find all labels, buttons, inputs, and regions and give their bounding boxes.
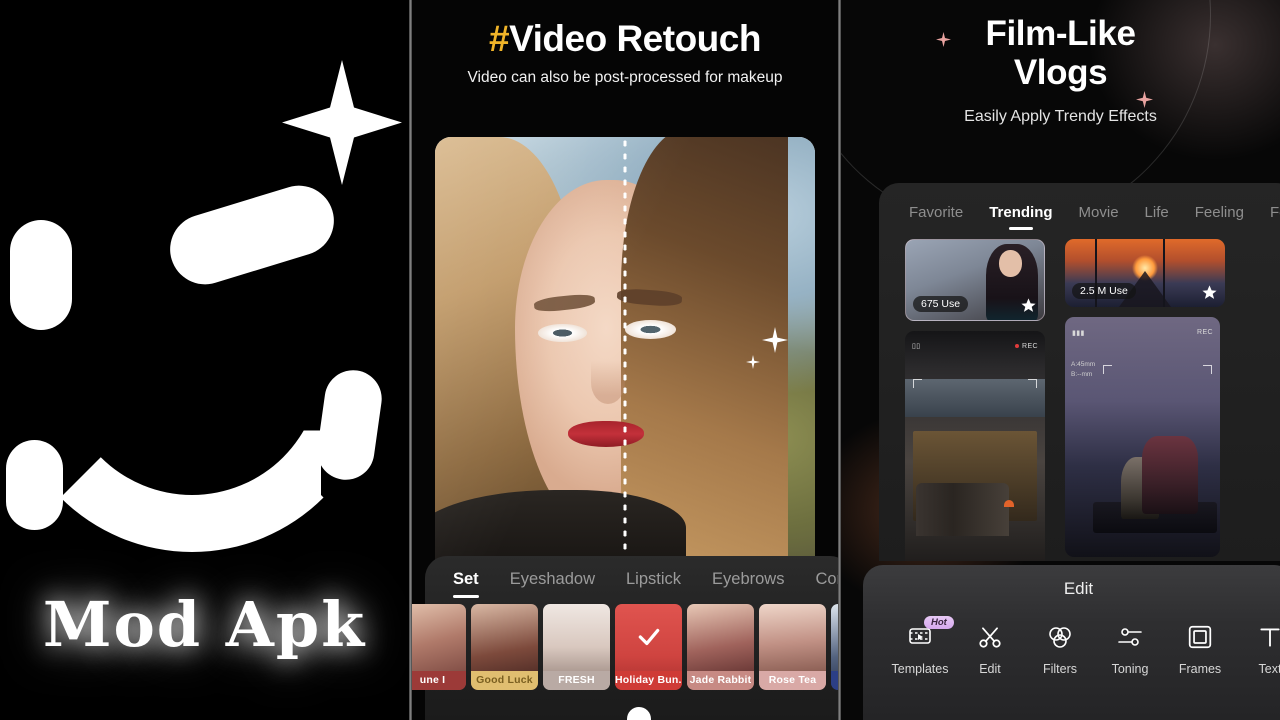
retouch-tab-bar: Set Eyeshadow Lipstick Eyebrows Contour	[425, 556, 838, 598]
templates-sheet: Favorite Trending Movie Life Feeling Fo …	[879, 183, 1280, 561]
vlogs-title-line2: Vlogs	[1013, 53, 1108, 93]
retouch-subtitle: Video can also be post-processed for mak…	[467, 69, 783, 86]
template-card[interactable]: 2.5 M Use	[1065, 239, 1225, 307]
template-card[interactable]: ▮▮▮ REC A:45mm B:--mm	[1065, 317, 1220, 557]
edit-tool-toning[interactable]: Toning	[1095, 621, 1165, 676]
vlogs-title-line1: Film-Like	[985, 14, 1136, 53]
battery-icon: ▯▯	[912, 343, 921, 351]
toning-icon	[1095, 621, 1165, 653]
viewfinder-corner-icon	[1103, 365, 1112, 374]
check-icon	[638, 628, 659, 645]
camera-metadata: A:45mm B:--mm	[1071, 361, 1096, 378]
preset-item[interactable]: Good Luck	[471, 604, 538, 690]
sparkle-icon	[282, 60, 402, 185]
shutter-button[interactable]	[626, 707, 651, 720]
template-column-right: 2.5 M Use ▮▮▮ REC A:45mm B:--mm	[1065, 239, 1225, 561]
frames-icon	[1165, 621, 1235, 653]
retouch-title: #Video Retouch	[412, 18, 838, 60]
preset-label: Good Luck	[471, 671, 538, 690]
rec-overlay: ▯▯ REC	[905, 331, 1045, 362]
rec-label: REC	[1015, 343, 1038, 350]
retouch-tool-sheet: Set Eyeshadow Lipstick Eyebrows Contour …	[412, 556, 838, 720]
panel-app-logo: Mod Apk	[0, 0, 409, 720]
preset-item[interactable]: Jade Rabbit	[687, 604, 754, 690]
viewfinder-corner-icon	[913, 378, 922, 388]
template-thumb-hat	[1004, 500, 1015, 508]
logo-eye-right	[161, 176, 343, 294]
category-tab-bar: Favorite Trending Movie Life Feeling Fo	[879, 183, 1280, 231]
edit-tool-label: Edit	[979, 662, 1001, 676]
template-thumb-people	[916, 483, 1009, 536]
rec-label: REC	[1197, 329, 1213, 337]
preset-label: Jade Rabbit	[687, 671, 754, 690]
scissors-icon	[955, 621, 1025, 653]
template-thumb-face	[999, 250, 1022, 277]
retouch-title-text: Video Retouch	[509, 18, 761, 59]
viewfinder-corner-icon	[1203, 365, 1212, 374]
edit-tool-text[interactable]: Text	[1235, 621, 1280, 676]
battery-icon: ▮▮▮	[1072, 329, 1085, 337]
edit-tool-frames[interactable]: Frames	[1165, 621, 1235, 676]
tab-favorite[interactable]: Favorite	[909, 204, 963, 231]
edit-tool-label: Templates	[891, 662, 949, 676]
template-thumb-person-b	[1142, 435, 1199, 514]
hashtag-symbol: #	[489, 18, 510, 59]
edit-toolbar-sheet: Edit Hot Templates Edit Filters Toning F…	[863, 565, 1280, 720]
template-grid: 675 Use ▯▯ REC 2.5 M Use ▮▮▮ REC A:45mm …	[905, 239, 1280, 561]
panel-film-like-vlogs: Film-Like Vlogs Easily Apply Trendy Effe…	[841, 0, 1280, 720]
star-icon[interactable]	[1201, 284, 1218, 301]
retouch-preview-image	[435, 137, 815, 567]
edit-tool-label: Filters	[1042, 662, 1078, 676]
edit-tool-label: Frames	[1178, 662, 1222, 676]
vlogs-title: Film-Like Vlogs	[841, 14, 1280, 92]
rec-overlay: ▮▮▮ REC	[1065, 317, 1220, 348]
tab-contour[interactable]: Contour	[815, 570, 838, 598]
star-icon[interactable]	[1020, 297, 1037, 314]
tab-movie[interactable]: Movie	[1079, 204, 1119, 231]
tab-food[interactable]: Fo	[1270, 204, 1280, 231]
tab-set[interactable]: Set	[453, 570, 479, 598]
use-count-badge: 2.5 M Use	[1072, 283, 1136, 299]
edit-tool-label: Toning	[1111, 662, 1149, 676]
template-card[interactable]: 675 Use	[905, 239, 1045, 321]
preset-item[interactable]: Rose Tea	[759, 604, 826, 690]
use-count-badge: 675 Use	[913, 296, 969, 312]
preset-item[interactable]: FRESH	[543, 604, 610, 690]
edit-tool-row: Hot Templates Edit Filters Toning Frames…	[863, 599, 1280, 676]
tab-trending[interactable]: Trending	[989, 204, 1052, 231]
vlogs-subtitle: Easily Apply Trendy Effects	[964, 108, 1157, 126]
panel-video-retouch: #Video Retouch Video can also be post-pr…	[412, 0, 838, 720]
tab-eyebrows[interactable]: Eyebrows	[712, 570, 784, 598]
viewfinder-corner-icon	[1028, 378, 1037, 388]
preset-label: Holiday Bun...	[615, 671, 682, 690]
edit-tool-filters[interactable]: Filters	[1025, 621, 1095, 676]
template-column-left: 675 Use ▯▯ REC	[905, 239, 1045, 561]
edit-tool-label: Text	[1258, 662, 1280, 676]
template-thumb-awning	[905, 378, 1045, 417]
screenshot-stage: Mod Apk #Video Retouch Video can also be…	[0, 0, 1280, 720]
brand-text: Mod Apk	[42, 588, 367, 661]
preset-label: une I	[412, 671, 466, 690]
tab-life[interactable]: Life	[1145, 204, 1169, 231]
preset-item-selected[interactable]: Holiday Bun...	[615, 604, 682, 690]
tab-lipstick[interactable]: Lipstick	[626, 570, 681, 598]
hot-badge: Hot	[924, 616, 954, 629]
text-icon	[1235, 621, 1280, 653]
filters-icon	[1025, 621, 1095, 653]
preset-label: Win	[831, 671, 838, 690]
template-card[interactable]: ▯▯ REC	[905, 331, 1045, 561]
edit-tool-edit[interactable]: Edit	[955, 621, 1025, 676]
logo-eye-left	[10, 220, 72, 330]
before-after-divider-handle[interactable]	[623, 137, 627, 567]
edit-panel-title: Edit	[1063, 579, 1094, 598]
preset-item[interactable]: Win	[831, 604, 838, 690]
preset-label: FRESH	[543, 671, 610, 690]
preset-strip[interactable]: une I Good Luck FRESH Holiday Bun... Jad…	[412, 604, 838, 690]
tab-eyeshadow[interactable]: Eyeshadow	[510, 570, 595, 598]
edit-tool-templates[interactable]: Hot Templates	[885, 616, 955, 676]
tab-feeling[interactable]: Feeling	[1195, 204, 1244, 231]
logo-smile-cap-left	[6, 440, 63, 530]
preset-label: Rose Tea	[759, 671, 826, 690]
preset-item[interactable]: une I	[412, 604, 466, 690]
